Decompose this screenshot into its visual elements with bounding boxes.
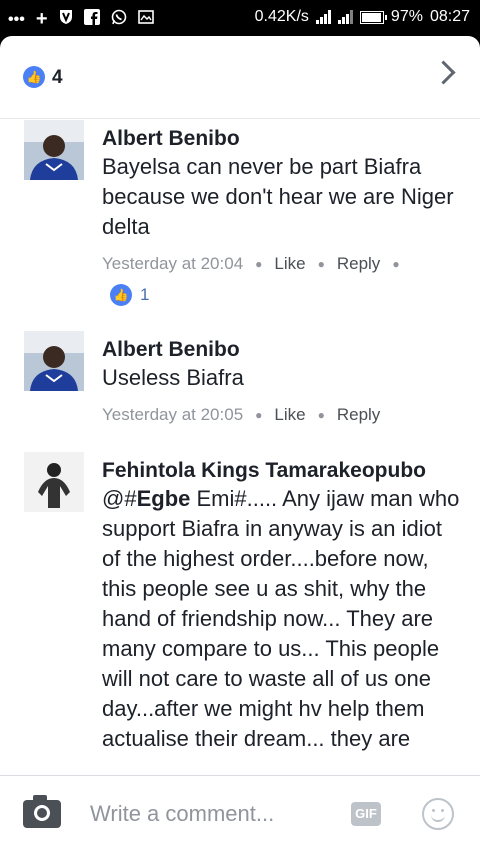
camera-icon[interactable] <box>23 800 61 828</box>
comment-meta: Yesterday at 20:05 ● Like ● Reply <box>102 405 381 425</box>
like-link[interactable]: Like <box>274 254 305 274</box>
mention-prefix: @# <box>102 486 137 511</box>
emoji-icon[interactable] <box>422 798 454 830</box>
comments-panel: 👍 4 Albert Benibo Bayelsa can never be p… <box>0 36 480 854</box>
battery-icon <box>359 10 387 24</box>
like-reaction-icon: 👍 <box>23 66 45 88</box>
like-link[interactable]: Like <box>274 405 305 425</box>
comment-input[interactable]: Write a comment... <box>90 801 274 827</box>
reactions-header[interactable]: 👍 4 <box>0 36 480 119</box>
plus-icon: + <box>35 8 48 30</box>
avatar[interactable] <box>24 120 84 180</box>
avatar[interactable] <box>24 452 84 512</box>
gif-button[interactable]: GIF <box>351 802 381 826</box>
status-left-icons: ••• + <box>8 8 154 31</box>
comment-author[interactable]: Albert Benibo <box>102 126 466 152</box>
network-speed: 0.42K/s <box>254 8 309 25</box>
chevron-right-icon[interactable] <box>431 60 456 85</box>
facebook-icon <box>83 9 100 30</box>
comment-time: Yesterday at 20:05 <box>102 405 244 424</box>
avatar[interactable] <box>24 331 84 391</box>
comment-meta: Yesterday at 20:04 ● Like ● Reply ● <box>102 254 400 274</box>
mention-link[interactable]: Egbe <box>137 486 191 511</box>
status-bar: ••• + 0.42K/s 97% 08:27 <box>0 0 480 36</box>
like-count: 4 <box>52 67 63 88</box>
reply-link[interactable]: Reply <box>337 405 380 425</box>
comment-author[interactable]: Fehintola Kings Tamarakeopubo <box>102 458 466 484</box>
comment-reactions[interactable]: 👍 1 <box>110 284 466 306</box>
comment-text: Useless Biafra <box>102 365 244 390</box>
comment-time: Yesterday at 20:04 <box>102 254 244 273</box>
like-reaction-icon: 👍 <box>110 284 132 306</box>
signal-icon <box>315 10 331 24</box>
comment-text-body: Emi#..... Any ijaw man who support Biafr… <box>102 486 460 751</box>
clock: 08:27 <box>429 8 470 25</box>
comment-text: @#Egbe Emi#..... Any ijaw man who suppor… <box>102 484 466 754</box>
battery-percent: 97% <box>390 8 423 25</box>
shield-icon <box>59 9 73 30</box>
reply-link[interactable]: Reply <box>337 254 380 274</box>
image-icon <box>137 10 154 29</box>
reaction-count: 1 <box>140 285 150 304</box>
comment-composer: Write a comment... GIF <box>0 775 480 854</box>
comment-text: Bayelsa can never be part Biafra because… <box>102 154 454 239</box>
signal-icon-2 <box>337 10 353 24</box>
status-right: 0.42K/s 97% 08:27 <box>255 8 470 26</box>
whatsapp-icon <box>111 9 127 30</box>
comment-author[interactable]: Albert Benibo <box>102 337 466 363</box>
more-icon: ••• <box>8 10 25 28</box>
